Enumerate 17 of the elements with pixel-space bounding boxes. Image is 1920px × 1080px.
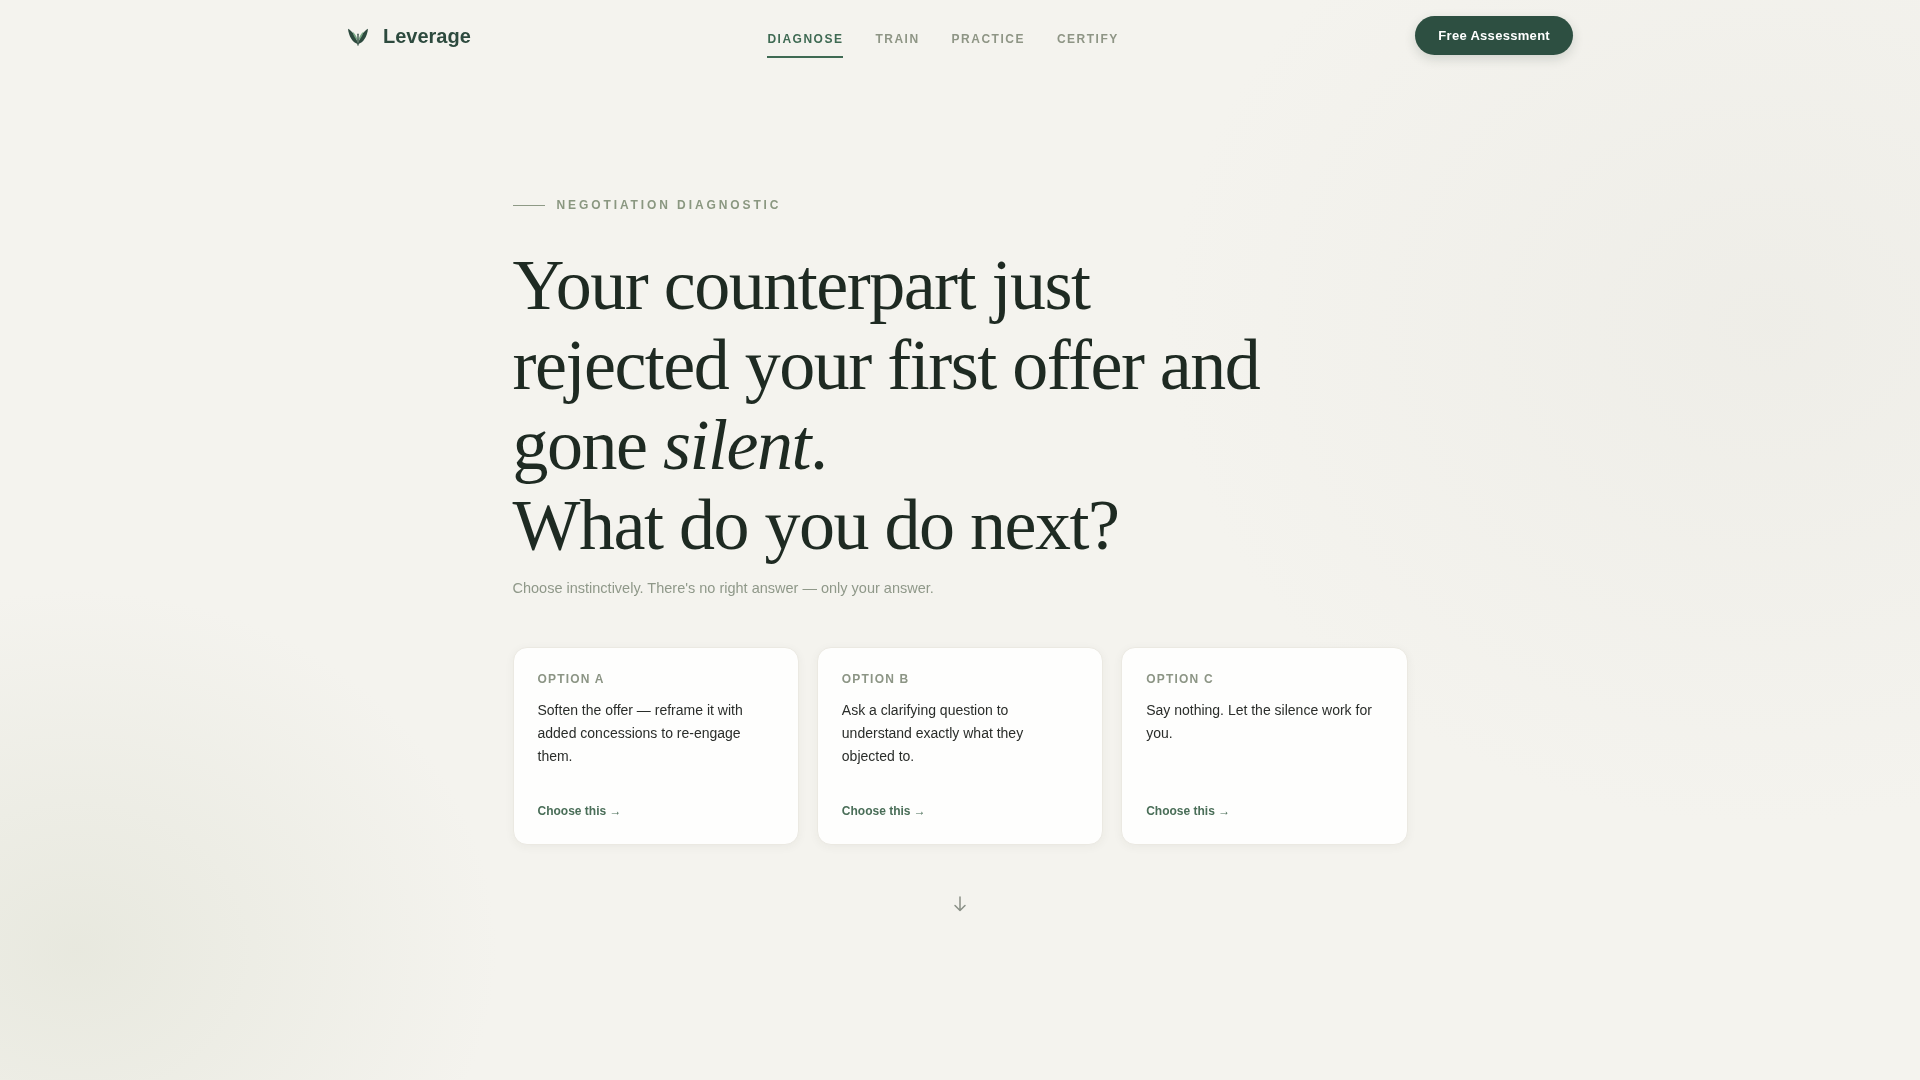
choose-link[interactable]: Choose this → [841,803,926,819]
option-label: OPTION C [1146,671,1214,687]
option-label: OPTION B [841,671,910,687]
brand-name[interactable]: Leverage [383,23,471,48]
free-assessment-button[interactable]: Free Assessment [1415,16,1573,55]
choose-link[interactable]: Choose this → [1146,803,1231,819]
option-text: Soften the offer — reframe it with added concessions to re-engage them. [537,701,744,766]
choose-link[interactable]: Choose this → [537,803,622,819]
nav-tab[interactable]: DIAGNOSE [767,31,844,58]
option-text: Say nothing. Let the silence work for you. [1146,701,1373,743]
option-label: OPTION A [537,671,605,687]
eyebrow-text: NEGOTIATION DIAGNOSTIC [556,197,782,213]
headline: What do you do next? [512,485,1120,565]
option-text: Ask a clarifying question to understand exactly what they objected to. [841,701,1025,766]
headline: Your counterpart just rejected your first offer and gone silent. [512,245,1261,485]
subtitle: Choose instinctively. There's no right answer — only your answer. [512,579,935,598]
arrow-down-icon [953,896,967,912]
